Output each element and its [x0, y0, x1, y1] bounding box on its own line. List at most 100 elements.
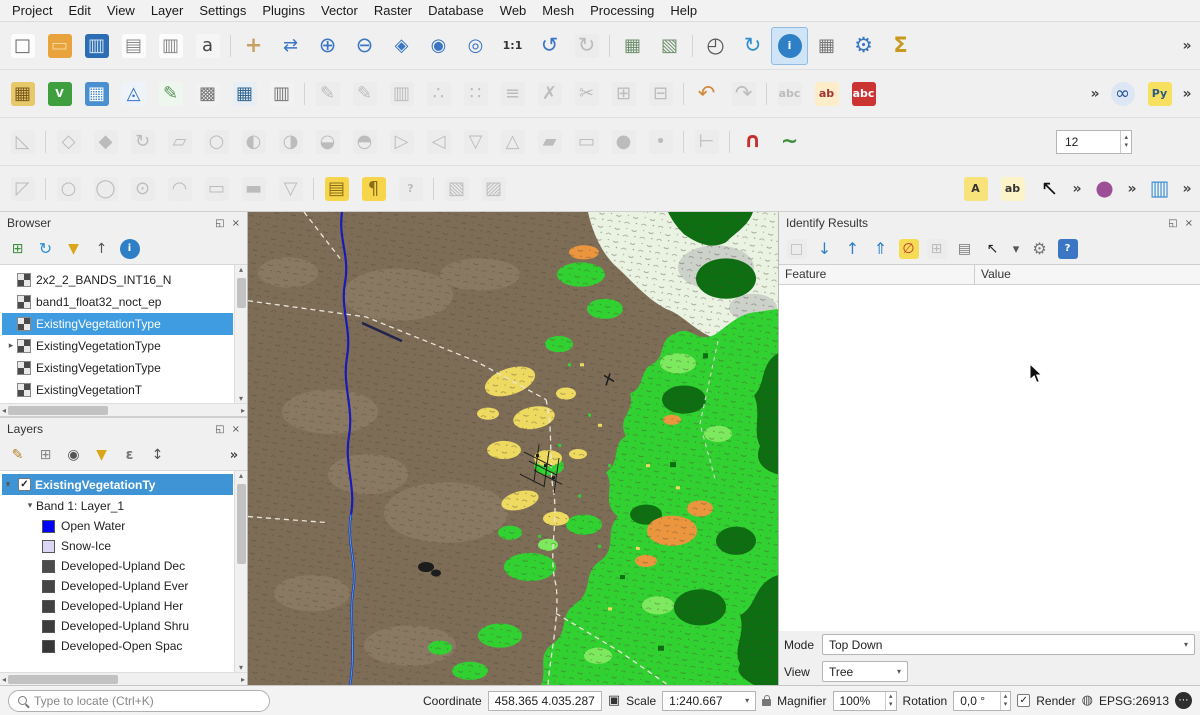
map-view[interactable]: [248, 212, 778, 685]
spinbox-arrows[interactable]: ▴▾: [1000, 692, 1011, 710]
show-layout-manager-icon[interactable]: ▥: [152, 27, 189, 65]
chevron-down-icon[interactable]: ▾: [739, 692, 755, 710]
dock-icon[interactable]: ◱: [215, 424, 224, 435]
scroll-left-icon[interactable]: ◂: [2, 406, 6, 415]
scroll-down-icon[interactable]: ▾: [239, 663, 243, 672]
magnifier-spinbox[interactable]: 100% ▴▾: [833, 691, 897, 711]
scroll-right-icon[interactable]: ▸: [241, 675, 245, 684]
map-canvas[interactable]: [248, 212, 778, 685]
metasearch-icon[interactable]: ∞: [1104, 75, 1141, 113]
browser-properties-icon[interactable]: i: [117, 237, 142, 262]
scale-combobox[interactable]: 1:240.667 ▾: [662, 691, 756, 711]
options-icon[interactable]: ⚙: [845, 27, 882, 65]
open-layer-styling-icon[interactable]: ✎: [5, 443, 30, 468]
identify-settings-icon[interactable]: ⚙: [1027, 237, 1052, 262]
coordinate-input[interactable]: 458.365 4.035.287: [488, 691, 602, 711]
collapse-tree-icon[interactable]: ↑: [840, 237, 865, 262]
menu-item[interactable]: Edit: [60, 1, 98, 20]
menu-item[interactable]: Plugins: [254, 1, 313, 20]
menu-item[interactable]: Web: [492, 1, 535, 20]
add-group-icon[interactable]: ⊞: [33, 443, 58, 468]
undo-icon[interactable]: ↶: [688, 75, 725, 113]
scrollbar-thumb[interactable]: [8, 406, 108, 415]
manage-map-themes-icon[interactable]: ◉: [61, 443, 86, 468]
menu-item[interactable]: Database: [420, 1, 492, 20]
clear-results-icon[interactable]: ∅: [896, 237, 921, 262]
collapse-all-icon[interactable]: ↑: [89, 237, 114, 262]
toolbar-overflow-icon[interactable]: »: [1178, 27, 1196, 65]
layer-visibility-checkbox[interactable]: ✓: [18, 478, 31, 491]
zoom-native-icon[interactable]: 1:1: [494, 27, 531, 65]
layers-horizontal-scrollbar[interactable]: ◂ ▸: [0, 672, 247, 685]
refresh-browser-icon[interactable]: ↻: [33, 237, 58, 262]
menu-item[interactable]: Help: [662, 1, 705, 20]
add-selected-layers-icon[interactable]: ⊞: [5, 237, 30, 262]
toolbar-overflow-icon[interactable]: »: [1178, 75, 1196, 113]
close-icon[interactable]: ×: [232, 218, 240, 229]
toolbar-overflow-icon[interactable]: »: [1178, 170, 1196, 208]
identify-features-icon[interactable]: i: [771, 27, 808, 65]
menu-item[interactable]: Settings: [191, 1, 254, 20]
dock-icon[interactable]: ◱: [1168, 218, 1177, 229]
pin-labels-icon[interactable]: A: [957, 170, 994, 208]
feature-column-header[interactable]: Feature: [779, 265, 975, 284]
layer-item-existing-vegetation[interactable]: ▾ ✓ ExistingVegetationTy: [2, 474, 233, 495]
menu-item[interactable]: Layer: [143, 1, 192, 20]
enable-snapping-icon[interactable]: ∪: [734, 123, 771, 161]
layer-labeling-icon[interactable]: ab: [808, 75, 845, 113]
menu-item[interactable]: Project: [4, 1, 60, 20]
scrollbar-thumb[interactable]: [237, 278, 246, 308]
menu-item[interactable]: Mesh: [534, 1, 582, 20]
identify-help-icon[interactable]: ?: [1055, 237, 1080, 262]
browser-item[interactable]: 2x2_2_BANDS_INT16_N: [2, 269, 233, 291]
filter-browser-icon[interactable]: ▼: [61, 237, 86, 262]
new-project-icon[interactable]: □: [4, 27, 41, 65]
browser-item[interactable]: ▸ ExistingVegetationType: [2, 335, 233, 357]
scroll-down-icon[interactable]: ▾: [239, 394, 243, 403]
show-statistical-summary-icon[interactable]: Σ: [882, 27, 919, 65]
spinbox-arrows[interactable]: ▴▾: [1120, 131, 1131, 153]
new-map-view-icon[interactable]: ▦: [614, 27, 651, 65]
browser-horizontal-scrollbar[interactable]: ◂ ▸: [0, 403, 247, 416]
menu-item[interactable]: View: [99, 1, 143, 20]
spinbox-arrows[interactable]: ▴▾: [885, 692, 896, 710]
pan-map-icon[interactable]: +: [235, 27, 272, 65]
python-console-icon[interactable]: Py: [1141, 75, 1178, 113]
print-results-icon[interactable]: ▤: [952, 237, 977, 262]
menu-item[interactable]: Raster: [366, 1, 420, 20]
expander-icon[interactable]: ▸: [5, 341, 17, 351]
toolbar-overflow-icon[interactable]: »: [1068, 170, 1086, 208]
filter-by-expression-icon[interactable]: ε: [117, 443, 142, 468]
zoom-to-selection-icon[interactable]: ◉: [420, 27, 457, 65]
add-mesh-layer-icon[interactable]: ◬: [115, 75, 152, 113]
style-manager-icon[interactable]: a: [189, 27, 226, 65]
db-manager-icon[interactable]: ●: [1086, 170, 1123, 208]
new-print-layout-icon[interactable]: ▤: [115, 27, 152, 65]
add-wms-layer-icon[interactable]: ▥: [263, 75, 300, 113]
expander-icon[interactable]: ▾: [24, 501, 36, 511]
annotation-layer-icon[interactable]: ▤: [318, 170, 355, 208]
scroll-up-icon[interactable]: ▴: [239, 265, 243, 274]
scrollbar-thumb[interactable]: [237, 484, 246, 564]
zoom-out-icon[interactable]: ⊖: [346, 27, 383, 65]
temporal-controller-icon[interactable]: ◴: [697, 27, 734, 65]
scroll-right-icon[interactable]: ▸: [241, 406, 245, 415]
layers-vertical-scrollbar[interactable]: ▴ ▾: [234, 471, 247, 672]
move-label-icon[interactable]: ↖: [1031, 170, 1068, 208]
chevron-down-icon[interactable]: ▾: [891, 662, 907, 681]
rotation-spinbox[interactable]: 0,0 ° ▴▾: [953, 691, 1011, 711]
new-3d-map-view-icon[interactable]: ▧: [651, 27, 688, 65]
view-select[interactable]: Tree ▾: [822, 661, 908, 682]
extents-toggle-icon[interactable]: ▣: [608, 693, 620, 708]
open-attribute-table-icon[interactable]: ▦: [808, 27, 845, 65]
enable-tracing-icon[interactable]: ~: [771, 123, 808, 161]
pan-to-selection-icon[interactable]: ⇄: [272, 27, 309, 65]
layer-band-item[interactable]: ▾ Band 1: Layer_1: [2, 495, 233, 516]
browser-item[interactable]: ExistingVegetationType: [2, 313, 233, 335]
lock-scale-icon[interactable]: [762, 699, 771, 706]
browser-item[interactable]: ExistingVegetationT: [2, 379, 233, 401]
add-vector-layer-icon[interactable]: V: [41, 75, 78, 113]
layer-diagram-icon[interactable]: abc: [845, 75, 882, 113]
expander-icon[interactable]: ▾: [2, 480, 14, 490]
scroll-up-icon[interactable]: ▴: [239, 471, 243, 480]
